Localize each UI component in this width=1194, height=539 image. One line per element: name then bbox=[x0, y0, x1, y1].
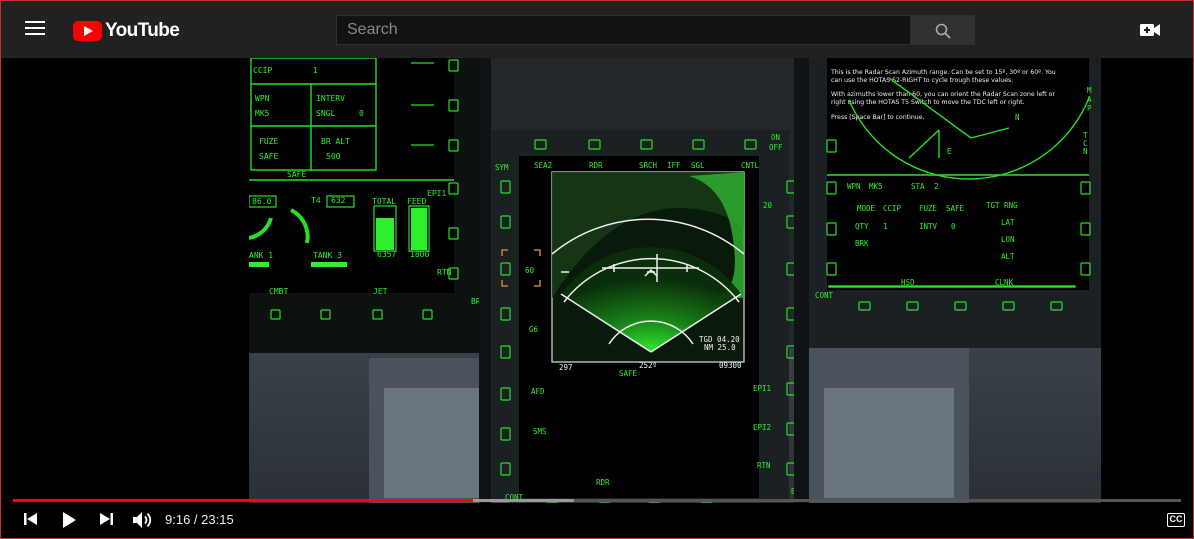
tutorial-line: right using the HOTAS T5 Switch to move … bbox=[831, 99, 1025, 106]
svg-text:OFF: OFF bbox=[769, 143, 783, 152]
svg-text:SAFE: SAFE bbox=[619, 369, 638, 378]
svg-text:WPN: WPN bbox=[847, 182, 861, 191]
tutorial-line: This is the Radar Scan Azimuth range. Ca… bbox=[830, 69, 1056, 76]
svg-text:RTN: RTN bbox=[757, 461, 771, 470]
volume-icon[interactable] bbox=[132, 511, 154, 529]
svg-text:SAFE: SAFE bbox=[259, 152, 278, 161]
svg-text:BR ALT: BR ALT bbox=[321, 137, 350, 146]
svg-text:TGT RNG: TGT RNG bbox=[986, 201, 1018, 210]
svg-text:AFD: AFD bbox=[531, 387, 545, 396]
captions-button[interactable]: CC bbox=[1167, 513, 1185, 527]
svg-text:SNGL: SNGL bbox=[316, 109, 335, 118]
svg-text:SAFE: SAFE bbox=[287, 170, 306, 179]
svg-text:QTY: QTY bbox=[855, 222, 869, 231]
tutorial-line: can use the HOTAS S2-RIGHT to cycle trou… bbox=[831, 77, 1013, 84]
svg-text:TOTAL: TOTAL bbox=[372, 197, 396, 206]
svg-text:EPI1: EPI1 bbox=[427, 189, 446, 198]
svg-text:297: 297 bbox=[559, 363, 573, 372]
svg-text:FEED: FEED bbox=[407, 197, 426, 206]
svg-text:MODE: MODE bbox=[857, 204, 876, 213]
svg-text:INTERV: INTERV bbox=[316, 94, 345, 103]
youtube-play-logo-icon bbox=[73, 21, 102, 41]
tutorial-line: Press [Space Bar] to continue. bbox=[831, 114, 925, 121]
svg-text:STA: STA bbox=[911, 182, 925, 191]
svg-text:HSD: HSD bbox=[901, 278, 915, 287]
total-time: 23:15 bbox=[201, 512, 234, 527]
svg-text:SEA2: SEA2 bbox=[534, 161, 552, 170]
svg-text:ALT: ALT bbox=[1001, 252, 1015, 261]
svg-text:LON: LON bbox=[1001, 235, 1015, 244]
svg-text:CLNK: CLNK bbox=[995, 278, 1014, 287]
create-video-icon[interactable] bbox=[1140, 23, 1160, 37]
svg-text:IFF: IFF bbox=[667, 161, 681, 170]
time-display: 9:16 / 23:15 bbox=[165, 512, 234, 527]
svg-text:E: E bbox=[947, 147, 952, 156]
svg-text:SGL: SGL bbox=[691, 161, 705, 170]
svg-text:ON: ON bbox=[771, 133, 780, 142]
svg-text:SAFE: SAFE bbox=[946, 204, 965, 213]
svg-text:60: 60 bbox=[525, 266, 535, 275]
svg-text:LAT: LAT bbox=[1001, 218, 1015, 227]
youtube-player-window: YouTube Search CCIP 1 WPN INTERV MK5 SNG… bbox=[0, 0, 1194, 539]
svg-text:BRK: BRK bbox=[855, 239, 869, 248]
svg-text:09300: 09300 bbox=[719, 361, 742, 370]
svg-text:86.0: 86.0 bbox=[252, 197, 271, 206]
svg-text:0: 0 bbox=[359, 109, 364, 118]
svg-text:FUZE: FUZE bbox=[259, 137, 278, 146]
svg-text:G6: G6 bbox=[529, 325, 539, 334]
svg-text:MK5: MK5 bbox=[869, 182, 883, 191]
search-input[interactable] bbox=[336, 15, 911, 45]
svg-text:M: M bbox=[1087, 86, 1092, 95]
logo-text: YouTube bbox=[105, 20, 180, 41]
cockpit-scene: CCIP 1 WPN INTERV MK5 SNGL 0 FUZE BR ALT SAFE… bbox=[249, 58, 1101, 503]
video-frame[interactable]: CCIP 1 WPN INTERV MK5 SNGL 0 FUZE BR ALT SAFE… bbox=[249, 58, 1101, 503]
svg-text:TANK 3: TANK 3 bbox=[313, 251, 342, 260]
svg-text:SYM: SYM bbox=[495, 163, 509, 172]
masthead: YouTube bbox=[1, 1, 1193, 58]
svg-text:EPI2: EPI2 bbox=[753, 423, 771, 432]
svg-text:1: 1 bbox=[313, 66, 318, 75]
search-button[interactable] bbox=[911, 15, 975, 45]
svg-text:INTV: INTV bbox=[919, 222, 938, 231]
svg-text:2: 2 bbox=[934, 182, 939, 191]
svg-text:SRCH: SRCH bbox=[639, 161, 658, 170]
svg-text:1: 1 bbox=[883, 222, 888, 231]
svg-text:JET: JET bbox=[373, 287, 388, 296]
svg-text:N: N bbox=[1083, 147, 1088, 156]
svg-text:CMBT: CMBT bbox=[269, 287, 288, 296]
svg-text:N: N bbox=[1015, 113, 1020, 122]
svg-text:0: 0 bbox=[951, 222, 956, 231]
youtube-logo[interactable]: YouTube bbox=[73, 19, 180, 43]
svg-text:CCIP: CCIP bbox=[883, 204, 902, 213]
svg-text:500: 500 bbox=[326, 152, 341, 161]
menu-icon[interactable] bbox=[25, 21, 47, 39]
progress-bar[interactable] bbox=[13, 499, 1181, 502]
svg-text:252º: 252º bbox=[639, 361, 657, 370]
svg-text:ANK 1: ANK 1 bbox=[249, 251, 273, 260]
svg-text:CCIP: CCIP bbox=[253, 66, 272, 75]
svg-text:A: A bbox=[1087, 95, 1092, 104]
svg-text:CONT: CONT bbox=[815, 291, 834, 300]
svg-text:FUZE: FUZE bbox=[919, 204, 938, 213]
svg-text:632: 632 bbox=[331, 196, 346, 205]
time-separator: / bbox=[190, 512, 202, 527]
svg-text:20: 20 bbox=[763, 201, 773, 210]
svg-text:RDR: RDR bbox=[596, 478, 610, 487]
svg-text:EPI1: EPI1 bbox=[753, 384, 771, 393]
previous-icon[interactable] bbox=[23, 511, 39, 527]
svg-text:NM 25.0: NM 25.0 bbox=[704, 343, 736, 352]
svg-text:SMS: SMS bbox=[533, 427, 547, 436]
current-time: 9:16 bbox=[165, 512, 191, 527]
search-icon bbox=[935, 23, 951, 39]
next-icon[interactable] bbox=[98, 511, 114, 527]
svg-text:T4: T4 bbox=[311, 196, 321, 205]
played-bar bbox=[13, 499, 474, 502]
svg-text:CNTL: CNTL bbox=[741, 161, 760, 170]
play-icon[interactable] bbox=[60, 511, 78, 529]
svg-text:RDR: RDR bbox=[589, 161, 603, 170]
svg-text:P: P bbox=[1087, 104, 1092, 113]
tutorial-line: With azimuths lower than 60, you can ori… bbox=[831, 91, 1055, 98]
svg-text:MK5: MK5 bbox=[255, 109, 270, 118]
svg-text:WPN: WPN bbox=[255, 94, 270, 103]
